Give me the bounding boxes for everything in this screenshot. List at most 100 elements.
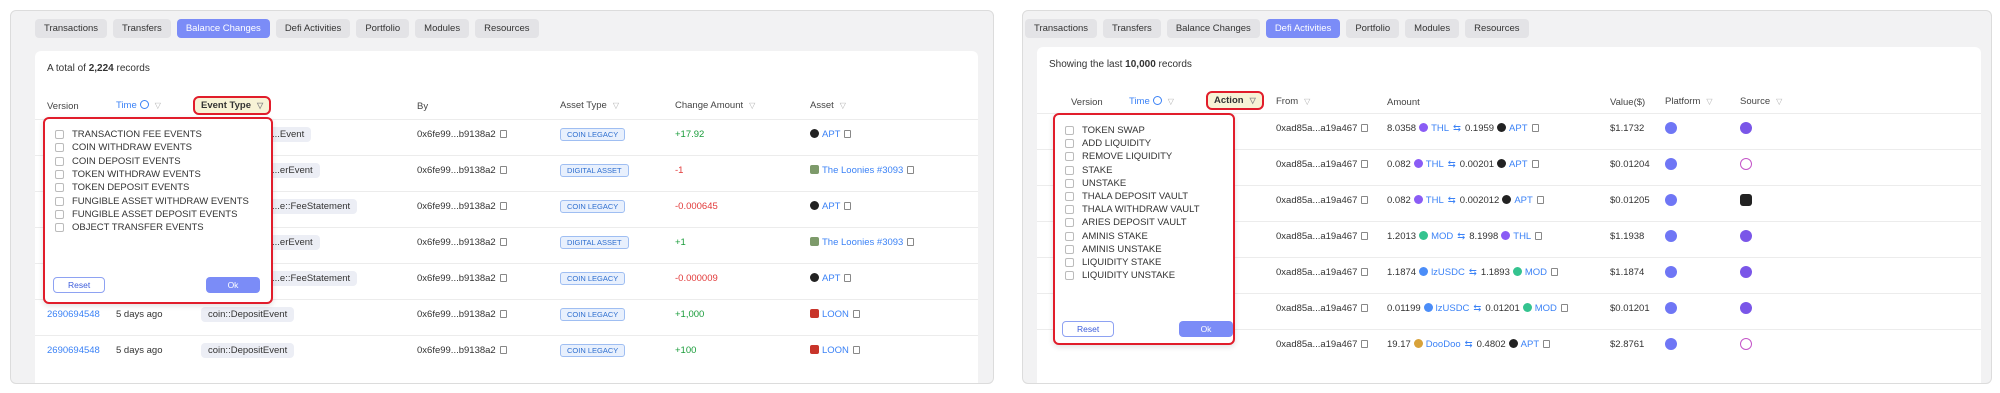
tab-portfolio[interactable]: Portfolio — [1346, 19, 1400, 38]
copy-icon[interactable] — [844, 202, 852, 210]
filter-option-transaction-fee-events[interactable]: TRANSACTION FEE EVENTS — [55, 129, 202, 140]
from-address[interactable]: 0xad85a...a19a467 — [1276, 159, 1369, 170]
copy-icon[interactable] — [499, 274, 507, 282]
tab-transfers[interactable]: Transfers — [1103, 19, 1161, 38]
column-asset[interactable]: Asset ▽ — [810, 100, 846, 111]
tab-transfers[interactable]: Transfers — [113, 19, 171, 38]
platform-icon[interactable] — [1665, 302, 1677, 314]
source-icon[interactable] — [1740, 122, 1752, 134]
platform-icon[interactable] — [1665, 338, 1677, 350]
by-address[interactable]: 0x6fe99...b9138a2 — [417, 201, 507, 212]
by-address[interactable]: 0x6fe99...b9138a2 — [417, 273, 507, 284]
filter-option-token-deposit-events[interactable]: TOKEN DEPOSIT EVENTS — [55, 182, 189, 193]
checkbox[interactable] — [1065, 205, 1074, 215]
by-address[interactable]: 0x6fe99...b9138a2 — [417, 165, 507, 176]
tab-transactions[interactable]: Transactions — [35, 19, 108, 38]
ok-button[interactable]: Ok — [206, 277, 260, 293]
from-address[interactable]: 0xad85a...a19a467 — [1276, 303, 1369, 314]
token-out-link[interactable]: APT — [1509, 123, 1527, 134]
filter-icon[interactable]: ▽ — [257, 101, 263, 110]
checkbox[interactable] — [55, 169, 64, 179]
copy-icon[interactable] — [852, 310, 860, 318]
copy-icon[interactable] — [844, 274, 852, 282]
filter-option-fungible-asset-withdraw-events[interactable]: FUNGIBLE ASSET WITHDRAW EVENTS — [55, 196, 249, 207]
source-icon[interactable] — [1740, 230, 1752, 242]
filter-option-remove-liquidity[interactable]: REMOVE LIQUIDITY — [1065, 151, 1172, 162]
copy-icon[interactable] — [499, 130, 507, 138]
filter-option-add-liquidity[interactable]: ADD LIQUIDITY — [1065, 138, 1151, 149]
checkbox[interactable] — [55, 143, 64, 153]
tab-modules[interactable]: Modules — [1405, 19, 1460, 38]
column-time[interactable]: Time ▽ — [1129, 96, 1174, 107]
column-source[interactable]: Source ▽ — [1740, 96, 1782, 107]
from-address[interactable]: 0xad85a...a19a467 — [1276, 339, 1369, 350]
asset-link[interactable]: LOON — [810, 309, 860, 320]
copy-icon[interactable] — [907, 166, 915, 174]
token-in-link[interactable]: MOD — [1431, 231, 1453, 242]
copy-icon[interactable] — [1361, 232, 1369, 240]
checkbox[interactable] — [55, 130, 64, 139]
source-icon[interactable] — [1740, 158, 1752, 170]
copy-icon[interactable] — [499, 238, 507, 246]
by-address[interactable]: 0x6fe99...b9138a2 — [417, 129, 507, 140]
column-time[interactable]: Time ▽ — [116, 100, 161, 111]
tab-portfolio[interactable]: Portfolio — [356, 19, 410, 38]
tab-transactions[interactable]: Transactions — [1025, 19, 1098, 38]
filter-option-object-transfer-events[interactable]: OBJECT TRANSFER EVENTS — [55, 222, 204, 233]
copy-icon[interactable] — [1361, 160, 1369, 168]
checkbox[interactable] — [55, 183, 64, 193]
tab-defi-activities[interactable]: Defi Activities — [1265, 19, 1341, 38]
token-in-link[interactable]: DooDoo — [1426, 339, 1461, 350]
copy-icon[interactable] — [1361, 124, 1369, 132]
tab-modules[interactable]: Modules — [415, 19, 470, 38]
copy-icon[interactable] — [1531, 124, 1539, 132]
token-out-link[interactable]: THL — [1513, 231, 1531, 242]
copy-icon[interactable] — [499, 346, 507, 354]
tab-balance-changes[interactable]: Balance Changes — [176, 19, 270, 38]
source-icon[interactable] — [1740, 194, 1752, 206]
filter-option-coin-deposit-events[interactable]: COIN DEPOSIT EVENTS — [55, 156, 181, 167]
filter-option-aminis-stake[interactable]: AMINIS STAKE — [1065, 231, 1148, 242]
clock-icon[interactable] — [1152, 96, 1162, 105]
tab-defi-activities[interactable]: Defi Activities — [275, 19, 351, 38]
filter-option-token-swap[interactable]: TOKEN SWAP — [1065, 125, 1145, 136]
version-link[interactable]: 2690694548 — [47, 345, 100, 356]
checkbox[interactable] — [1065, 139, 1074, 149]
copy-icon[interactable] — [844, 130, 852, 138]
from-address[interactable]: 0xad85a...a19a467 — [1276, 267, 1369, 278]
asset-link[interactable]: APT — [810, 201, 852, 212]
column-platform[interactable]: Platform ▽ — [1665, 96, 1713, 107]
asset-link[interactable]: LOON — [810, 345, 860, 356]
filter-option-aries-deposit-vault[interactable]: ARIES DEPOSIT VAULT — [1065, 217, 1187, 228]
copy-icon[interactable] — [499, 166, 507, 174]
source-icon[interactable] — [1740, 266, 1752, 278]
copy-icon[interactable] — [1361, 340, 1369, 348]
checkbox[interactable] — [55, 156, 64, 166]
filter-icon[interactable]: ▽ — [1304, 97, 1310, 106]
by-address[interactable]: 0x6fe99...b9138a2 — [417, 309, 507, 320]
column-change-amount[interactable]: Change Amount ▽ — [675, 100, 755, 111]
filter-icon[interactable]: ▽ — [155, 101, 161, 110]
checkbox[interactable] — [1065, 271, 1074, 281]
from-address[interactable]: 0xad85a...a19a467 — [1276, 123, 1369, 134]
platform-icon[interactable] — [1665, 230, 1677, 242]
asset-link[interactable]: The Loonies #3093 — [810, 237, 915, 248]
checkbox[interactable] — [1065, 192, 1074, 201]
token-in-link[interactable]: lzUSDC — [1431, 267, 1465, 278]
checkbox[interactable] — [1065, 231, 1074, 241]
tab-balance-changes[interactable]: Balance Changes — [1166, 19, 1260, 38]
copy-icon[interactable] — [852, 346, 860, 354]
token-out-link[interactable]: APT — [1509, 159, 1527, 170]
by-address[interactable]: 0x6fe99...b9138a2 — [417, 345, 507, 356]
column-asset-type[interactable]: Asset Type ▽ — [560, 100, 619, 111]
event-type-filter-highlight[interactable]: Event Type ▽ — [193, 96, 272, 115]
asset-link[interactable]: APT — [810, 129, 852, 140]
copy-icon[interactable] — [1361, 268, 1369, 276]
filter-icon[interactable]: ▽ — [749, 101, 755, 110]
copy-icon[interactable] — [1531, 160, 1539, 168]
copy-icon[interactable] — [1560, 304, 1568, 312]
copy-icon[interactable] — [1535, 232, 1543, 240]
tab-resources[interactable]: Resources — [475, 19, 539, 38]
column-from[interactable]: From ▽ — [1276, 96, 1310, 107]
token-out-link[interactable]: APT — [1521, 339, 1539, 350]
